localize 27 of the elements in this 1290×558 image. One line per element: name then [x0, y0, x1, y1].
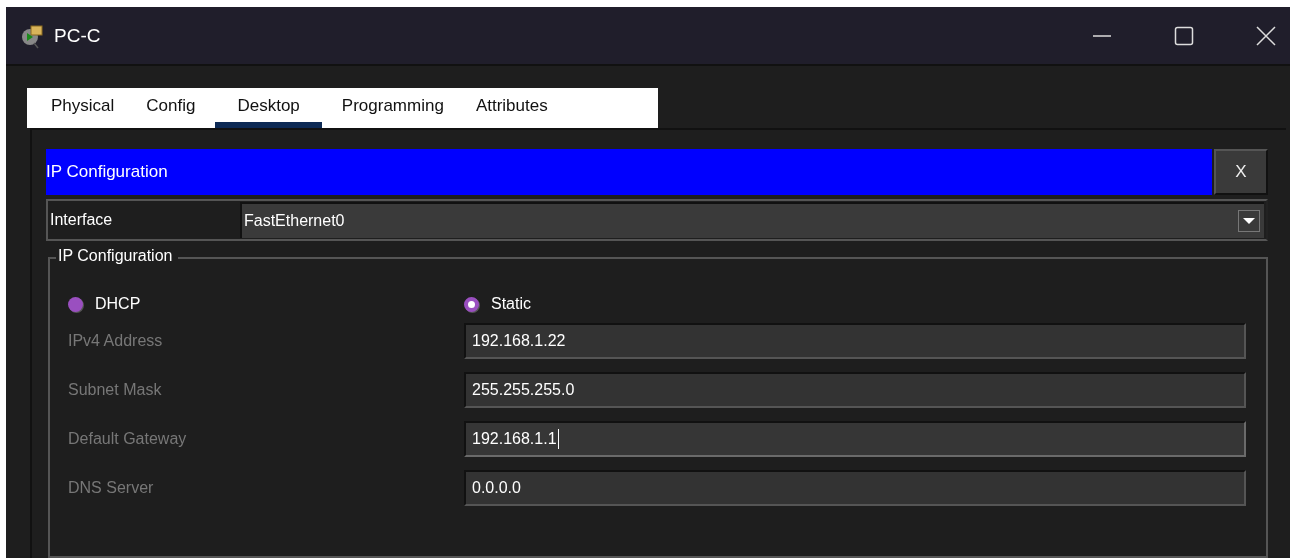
radio-label: Static	[491, 295, 531, 313]
tab[interactable]: Physical	[39, 88, 127, 128]
tab[interactable]: Config	[134, 88, 208, 128]
panel-title: IP Configuration	[46, 149, 1212, 195]
input-field[interactable]: 192.168.1.22	[464, 323, 1246, 359]
input-field[interactable]: 192.168.1.1	[464, 421, 1246, 457]
window-title: PC-C	[54, 24, 101, 47]
tab[interactable]: Attributes	[463, 88, 560, 128]
close-button[interactable]: X	[1214, 149, 1268, 195]
tab[interactable]: Desktop	[215, 88, 322, 128]
pc-icon	[20, 22, 46, 49]
tab[interactable]: Programming	[329, 88, 456, 128]
radio-label: DHCP	[95, 295, 141, 313]
interface-dropdown[interactable]: FastEthernet0	[240, 202, 1264, 238]
field-label: Default Gateway	[68, 430, 188, 448]
field-label: IPv4 Address	[68, 332, 164, 350]
field-label: DNS Server	[68, 479, 155, 497]
radio-button[interactable]	[464, 296, 479, 312]
field-label: Subnet Mask	[68, 381, 163, 399]
group-title: IP Configuration	[56, 247, 179, 265]
caret-icon	[1238, 210, 1260, 232]
maximize-icon[interactable]	[1174, 25, 1194, 46]
interface-label: Interface	[49, 211, 114, 229]
input-field[interactable]: 0.0.0.0	[464, 470, 1246, 506]
close-icon[interactable]	[1256, 25, 1276, 46]
input-field[interactable]: 255.255.255.0	[464, 372, 1246, 408]
radio-button[interactable]	[68, 296, 83, 312]
